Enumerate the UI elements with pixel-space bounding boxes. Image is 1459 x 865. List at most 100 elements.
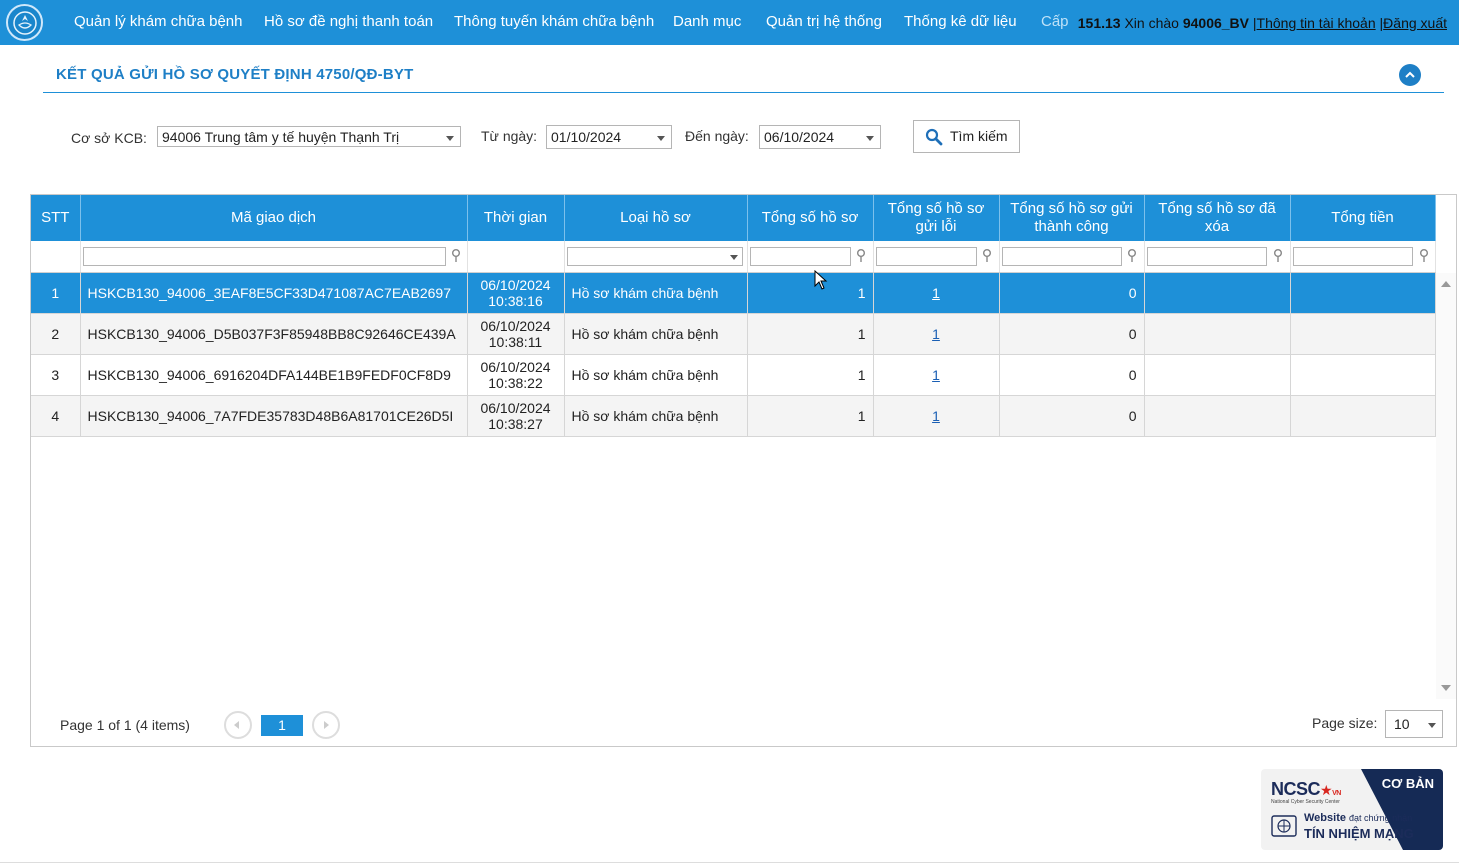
from-date-picker[interactable]: 01/10/2024 <box>546 125 672 149</box>
cell-time: 10:38:11 <box>488 333 543 350</box>
bhxh-logo-icon[interactable] <box>6 4 43 41</box>
header-row: STT Mã giao dịch Thời gian Loại hồ sơ Tổ… <box>31 195 1436 241</box>
filter-icon[interactable] <box>856 249 866 263</box>
to-date-value: 06/10/2024 <box>764 129 835 145</box>
page-size-select[interactable]: 10 <box>1385 710 1443 738</box>
column-header-stt[interactable]: STT <box>31 195 81 241</box>
nav-item-thong-tuyen[interactable]: Thông tuyến khám chữa bệnh <box>454 13 654 30</box>
filter-input-ma-giao-dich[interactable] <box>82 247 446 266</box>
cell-thanh-cong: 0 <box>999 354 1145 396</box>
results-table: STT Mã giao dịch Thời gian Loại hồ sơ Tổ… <box>31 195 1436 437</box>
table-row[interactable]: 1 HSKCB130_94006_3EAF8E5CF33D471087AC7EA… <box>31 272 1436 314</box>
cell-da-xoa <box>1144 354 1291 396</box>
filter-select-loai-ho-so[interactable] <box>566 247 743 266</box>
table-row[interactable]: 4 HSKCB130_94006_7A7FDE35783D48B6A81701C… <box>31 395 1436 437</box>
nav-item-danh-muc[interactable]: Danh mục <box>673 13 741 30</box>
search-button-label: Tìm kiếm <box>950 128 1008 144</box>
filter-icon[interactable] <box>451 249 461 263</box>
column-header-thoi-gian[interactable]: Thời gian <box>467 195 565 241</box>
star-icon: ★ <box>1320 782 1333 798</box>
page-size-label: Page size: <box>1312 715 1378 731</box>
chevron-up-icon[interactable] <box>1399 64 1421 86</box>
cell-loai-ho-so: Hồ sơ khám chữa bệnh <box>564 272 748 314</box>
column-header-loai-ho-so[interactable]: Loại hồ sơ <box>564 195 748 241</box>
filter-icon[interactable] <box>1273 249 1283 263</box>
nav-item-quan-ly-kham-chua-benh[interactable]: Quản lý khám chữa bệnh <box>74 13 242 30</box>
column-header-tong-so-ho-so[interactable]: Tổng số hồ sơ <box>747 195 874 241</box>
column-header-gui-thanh-cong[interactable]: Tổng số hồ sơ gửi thành công <box>999 195 1145 241</box>
cell-tong-tien <box>1290 272 1436 314</box>
to-date-picker[interactable]: 06/10/2024 <box>759 125 881 149</box>
filter-cell <box>1290 241 1436 273</box>
cell-stt: 3 <box>31 354 81 396</box>
filter-cell <box>1144 241 1291 273</box>
cell-tong-so: 1 <box>747 313 874 355</box>
ncsc-trust-badge[interactable]: NCSC★VN National Cyber Security Center C… <box>1261 769 1443 850</box>
mouse-cursor-icon <box>814 270 828 290</box>
overlap-number: 151.13 <box>1077 15 1121 31</box>
nav-item-quan-tri-he-thong[interactable]: Quản trị hệ thống <box>766 13 882 30</box>
table-row[interactable]: 2 HSKCB130_94006_D5B037F3F85948BB8C92646… <box>31 313 1436 355</box>
chevron-down-icon <box>1428 723 1436 728</box>
column-header-tong-tien[interactable]: Tổng tiền <box>1290 195 1436 241</box>
cell-time: 10:38:22 <box>488 374 543 391</box>
badge-line1: Website đạt chứng nhận <box>1304 812 1412 824</box>
filter-input-tong-tien[interactable] <box>1292 247 1413 266</box>
column-header-da-xoa[interactable]: Tổng số hồ sơ đã xóa <box>1144 195 1291 241</box>
nav-item-thong-ke-du-lieu[interactable]: Thống kê dữ liệu <box>904 13 1017 30</box>
cell-gui-loi: 1 <box>873 272 1000 314</box>
column-header-ma-giao-dich[interactable]: Mã giao dịch <box>80 195 468 241</box>
pager-info: Page 1 of 1 (4 items) <box>60 717 190 733</box>
filter-input-tong-so[interactable] <box>749 247 851 266</box>
from-date-value: 01/10/2024 <box>551 129 622 145</box>
cell-gui-loi: 1 <box>873 354 1000 396</box>
nav-item-cap[interactable]: Cấp <box>1041 13 1069 30</box>
logout-link[interactable]: Đăng xuất <box>1383 15 1447 31</box>
chevron-down-icon <box>446 136 454 141</box>
badge-line1-rest: đạt chứng nhận <box>1349 813 1413 823</box>
gui-loi-link[interactable]: 1 <box>932 285 940 301</box>
cell-loai-ho-so: Hồ sơ khám chữa bệnh <box>564 313 748 355</box>
user-area: 151.13 Xin chào 94006_BV |Thông tin tài … <box>1078 15 1447 31</box>
page-number-button[interactable]: 1 <box>261 715 303 736</box>
top-navigation-bar: Quản lý khám chữa bệnh Hồ sơ đề nghị tha… <box>0 0 1459 45</box>
vertical-scrollbar[interactable] <box>1436 273 1456 699</box>
filter-input-thanh-cong[interactable] <box>1001 247 1122 266</box>
next-page-button[interactable] <box>312 711 340 739</box>
gui-loi-link[interactable]: 1 <box>932 408 940 424</box>
gui-loi-link[interactable]: 1 <box>932 367 940 383</box>
table-row[interactable]: 3 HSKCB130_94006_6916204DFA144BE1B9FEDF0… <box>31 354 1436 396</box>
filter-cell-empty <box>31 241 81 273</box>
cell-da-xoa <box>1144 272 1291 314</box>
filter-icon[interactable] <box>1127 249 1137 263</box>
scroll-down-icon[interactable] <box>1441 685 1451 691</box>
search-icon <box>925 128 943 146</box>
chevron-right-icon <box>324 721 329 729</box>
globe-icon <box>1271 815 1297 837</box>
from-date-label: Từ ngày: <box>481 128 538 144</box>
badge-org: NCSC★VN <box>1271 779 1341 800</box>
facility-select[interactable]: 94006 Trung tâm y tế huyện Thạnh Trị <box>157 126 461 147</box>
cell-tong-tien <box>1290 354 1436 396</box>
cell-tong-tien <box>1290 313 1436 355</box>
cell-stt: 4 <box>31 395 81 437</box>
nav-item-ho-so-de-nghi-thanh-toan[interactable]: Hồ sơ đề nghị thanh toán <box>264 13 433 30</box>
cell-tong-so: 1 <box>747 395 874 437</box>
cell-thoi-gian: 06/10/2024 10:38:16 <box>467 272 565 314</box>
filter-icon[interactable] <box>982 249 992 263</box>
cell-ma-giao-dich: HSKCB130_94006_3EAF8E5CF33D471087AC7EAB2… <box>80 272 468 314</box>
filter-cell <box>873 241 1000 273</box>
prev-page-button[interactable] <box>224 711 252 739</box>
filter-icon[interactable] <box>1419 249 1429 263</box>
account-info-link[interactable]: Thông tin tài khoản <box>1257 15 1376 31</box>
search-button[interactable]: Tìm kiếm <box>913 120 1020 153</box>
filter-input-da-xoa[interactable] <box>1146 247 1267 266</box>
filter-cell <box>80 241 468 273</box>
column-header-gui-loi[interactable]: Tổng số hồ sơ gửi lỗi <box>873 195 1000 241</box>
gui-loi-link[interactable]: 1 <box>932 326 940 342</box>
badge-line2: TÍN NHIỆM MẠNG <box>1304 826 1414 841</box>
scroll-up-icon[interactable] <box>1441 281 1451 287</box>
filter-input-gui-loi[interactable] <box>875 247 977 266</box>
cell-tong-so: 1 <box>747 272 874 314</box>
cell-ma-giao-dich: HSKCB130_94006_6916204DFA144BE1B9FEDF0CF… <box>80 354 468 396</box>
